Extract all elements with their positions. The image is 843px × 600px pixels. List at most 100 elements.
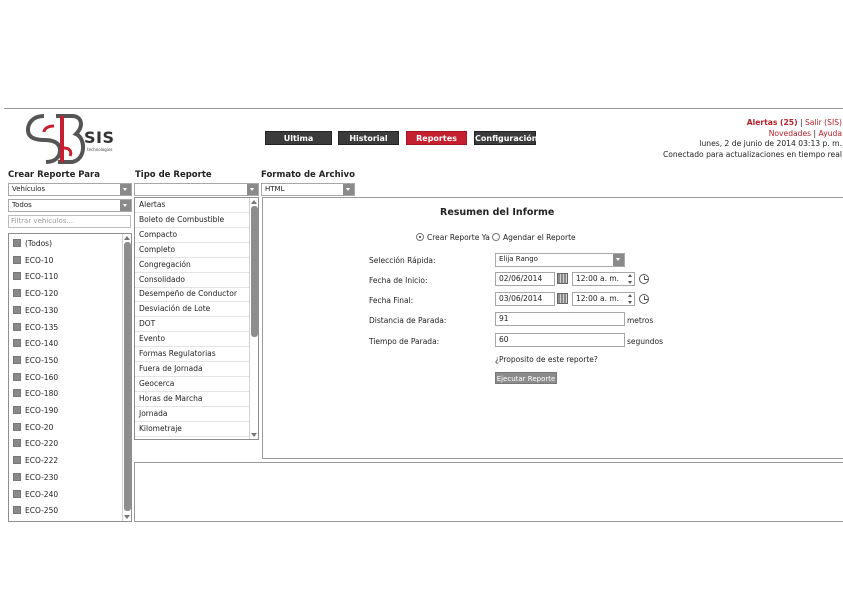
checkbox-icon[interactable] (13, 506, 21, 515)
checkbox-icon[interactable] (13, 389, 21, 398)
vehicle-list-item[interactable]: ECO-190 (13, 404, 58, 418)
checkbox-icon[interactable] (13, 272, 21, 281)
radio-create-now[interactable]: Crear Reporte Ya (416, 233, 490, 242)
end-time-input[interactable]: 12:00 a. m. (572, 292, 635, 306)
start-date-label: Fecha de Inicio: (369, 276, 428, 285)
vehicle-label: ECO-240 (25, 489, 59, 499)
spinner-icon[interactable] (628, 274, 633, 284)
report-type-item[interactable]: Consolidado (135, 273, 250, 288)
file-format-select[interactable]: HTML (261, 183, 355, 196)
chevron-down-icon (120, 200, 131, 211)
spinner-icon[interactable] (628, 294, 633, 304)
vehicle-list-item[interactable]: ECO-230 (13, 471, 58, 485)
run-report-button[interactable]: Ejecutar Reporte (495, 372, 557, 384)
vehicle-list-item[interactable]: ECO-10 (13, 254, 53, 268)
vehicle-list-item[interactable]: ECO-120 (13, 287, 58, 301)
vehicle-list-item[interactable]: ECO-220 (13, 437, 58, 451)
vehicle-list-item[interactable]: ECO-140 (13, 337, 58, 351)
start-date-input[interactable]: 02/06/2014 (495, 272, 555, 286)
scroll-down-icon[interactable] (124, 515, 130, 519)
report-type-item[interactable]: Evento (135, 332, 250, 348)
checkbox-icon[interactable] (13, 289, 21, 298)
checkbox-icon[interactable] (13, 372, 21, 381)
vehicle-list-item[interactable]: ECO-150 (13, 354, 58, 368)
vehicle-filter-input[interactable]: Filtrar vehiculos... (8, 215, 131, 228)
checkbox-icon[interactable] (13, 339, 21, 348)
checkbox-icon[interactable] (13, 422, 21, 431)
report-type-item[interactable]: Kilometraje (135, 422, 250, 437)
clock-icon[interactable] (639, 294, 649, 304)
radio-schedule-label: Agendar el Reporte (503, 233, 576, 242)
checkbox-icon[interactable] (13, 322, 21, 331)
scroll-thumb[interactable] (124, 242, 131, 511)
report-type-item[interactable]: Desempeño de Conductor (135, 287, 250, 303)
report-type-item[interactable]: Boleto de Combustible (135, 213, 250, 228)
nav-ultima-posicion[interactable]: Ultima Posición (265, 131, 332, 157)
end-date-input[interactable]: 03/06/2014 (495, 292, 555, 306)
checkbox-icon[interactable] (13, 355, 21, 364)
vehicle-list-item[interactable]: ECO-222 (13, 454, 58, 468)
radio-unselected-icon (492, 233, 500, 241)
report-purpose-link[interactable]: ¿Proposito de este reporte? (495, 355, 598, 364)
calendar-icon[interactable] (557, 273, 568, 284)
scroll-up-icon[interactable] (251, 200, 257, 204)
checkbox-icon[interactable] (13, 239, 21, 247)
report-type-list-scrollbar[interactable] (249, 198, 258, 439)
checkbox-icon[interactable] (13, 472, 21, 481)
checkbox-icon[interactable] (13, 489, 21, 498)
vehicle-list-item[interactable]: ECO-20 (13, 421, 53, 435)
alerts-link[interactable]: Alertas (25) (747, 118, 798, 127)
calendar-icon[interactable] (557, 293, 568, 304)
report-type-item[interactable]: Congregación (135, 258, 250, 273)
radio-schedule[interactable]: Agendar el Reporte (492, 233, 576, 242)
news-link[interactable]: Novedades (769, 129, 811, 138)
help-link[interactable]: Ayuda (819, 129, 842, 138)
nav-reportes[interactable]: Reportes (406, 131, 467, 145)
start-time-input[interactable]: 12:00 a. m. (572, 272, 635, 286)
nav-historial[interactable]: Historial (338, 131, 399, 145)
group-select[interactable]: Todos (8, 199, 132, 212)
report-type-heading: Tipo de Reporte (135, 170, 212, 180)
vehicle-list-item[interactable]: ECO-135 (13, 321, 58, 335)
checkbox-icon[interactable] (13, 305, 21, 314)
vehicle-list-item[interactable]: ECO-130 (13, 304, 58, 318)
vehicle-list-item[interactable]: ECO-250 (13, 504, 58, 518)
logout-link[interactable]: Salir (SIS) (805, 118, 842, 127)
report-type-list[interactable]: Alertas Boleto de Combustible Compacto Comp… (134, 197, 259, 440)
checkbox-icon[interactable] (13, 406, 21, 414)
vehicle-list-item[interactable]: ECO-110 (13, 270, 58, 284)
vehicle-list-item[interactable]: (Todos) (13, 237, 52, 251)
report-type-item[interactable]: DOT (135, 317, 250, 333)
end-date-label: Fecha Final: (369, 296, 414, 305)
vehicle-list[interactable]: (Todos) ECO-10 ECO-110 ECO-120 ECO-130 ECO-13… (8, 233, 132, 522)
vehicle-list-item[interactable]: ECO-160 (13, 371, 58, 385)
top-right-info: Alertas (25) | Salir (SIS) Novedades | A… (663, 118, 842, 160)
vehicle-list-item[interactable]: ECO-240 (13, 488, 58, 502)
vehicle-label: ECO-250 (25, 506, 59, 516)
scroll-thumb[interactable] (251, 206, 258, 337)
report-type-item[interactable]: Horas de Marcha (135, 392, 250, 407)
scroll-down-icon[interactable] (251, 433, 257, 437)
report-type-item[interactable]: Formas Regulatorias (135, 347, 250, 362)
clock-icon[interactable] (639, 274, 649, 284)
report-type-item[interactable]: Fuera de Jornada (135, 362, 250, 377)
stop-distance-input[interactable]: 91 (495, 312, 625, 326)
stop-time-input[interactable]: 60 (495, 333, 625, 347)
report-type-item[interactable]: Desviación de Lote (135, 302, 250, 318)
report-type-item[interactable]: Geocerca (135, 377, 250, 392)
scroll-up-icon[interactable] (124, 236, 130, 240)
checkbox-icon[interactable] (13, 456, 21, 465)
quick-select[interactable]: Elija Rango (495, 253, 625, 267)
report-type-select[interactable] (134, 183, 259, 196)
radio-selected-icon (416, 233, 424, 241)
report-type-item[interactable]: Completo (135, 243, 250, 258)
vehicle-list-item[interactable]: ECO-180 (13, 387, 58, 401)
checkbox-icon[interactable] (13, 255, 21, 264)
report-type-item[interactable]: Jornada (135, 407, 250, 422)
nav-configuracion[interactable]: Configuración (474, 131, 537, 145)
report-type-item[interactable]: Compacto (135, 228, 250, 243)
entity-select[interactable]: Vehículos (8, 183, 132, 196)
report-type-item[interactable]: Alertas (135, 198, 250, 213)
checkbox-icon[interactable] (13, 439, 21, 448)
vehicle-list-scrollbar[interactable] (122, 234, 131, 521)
